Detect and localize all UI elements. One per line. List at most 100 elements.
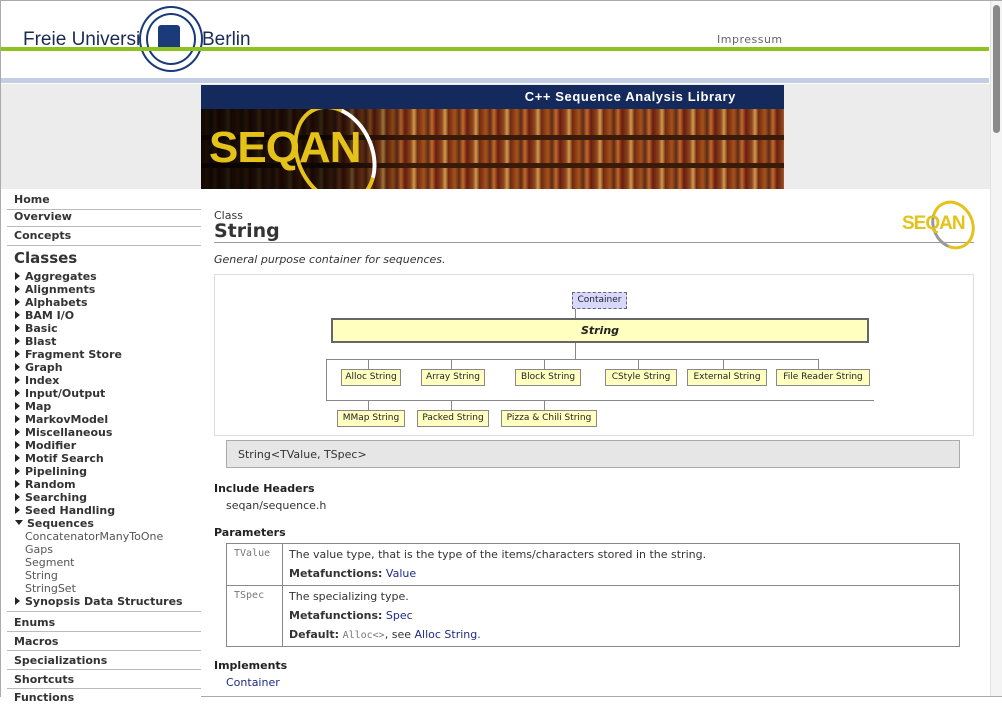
sidebar-class-modifier[interactable]: Modifier [15,439,76,452]
sidebar-class-input-output[interactable]: Input/Output [15,387,105,400]
implements-heading: Implements [214,659,288,672]
sidebar-item-enums[interactable]: Enums [14,616,55,629]
expand-triangle-icon [15,363,20,371]
sidebar-class-pipelining[interactable]: Pipelining [15,465,87,478]
expand-triangle-icon [15,428,20,436]
expand-triangle-icon [15,337,20,345]
sidebar-class-map[interactable]: Map [15,400,51,413]
param-metafunctions: Metafunctions: Spec [289,609,413,622]
sidebar-sub-string[interactable]: String [25,569,58,582]
diagram-child-external-string[interactable]: External String [687,369,767,386]
diagram-child-cstyle-string[interactable]: CStyle String [605,369,677,386]
class-signature: String<TValue, TSpec> [226,440,960,468]
sidebar-class-synopsis[interactable]: Synopsis Data Structures [15,595,183,608]
banner-bookshelf-image: SEQAN [201,109,784,189]
diagram-child-pizza-chili-string[interactable]: Pizza & Chili String [501,410,597,427]
expand-triangle-icon [15,415,20,423]
expand-triangle-icon [15,597,20,605]
parameters-heading: Parameters [214,526,286,539]
seqan-small-logo: SEQAN [902,193,983,257]
sidebar-class-index[interactable]: Index [15,374,59,387]
sidebar-class-alphabets[interactable]: Alphabets [15,296,88,309]
table-row: TValue The value type, that is the type … [227,544,959,585]
metafunction-value-link[interactable]: Value [386,567,416,580]
vertical-scrollbar[interactable] [990,1,1002,696]
expand-triangle-icon [15,493,20,501]
metafunction-spec-link[interactable]: Spec [386,609,413,622]
sidebar-item-overview[interactable]: Overview [14,210,72,223]
diagram-child-array-string[interactable]: Array String [421,369,485,386]
sidebar-item-functions[interactable]: Functions [14,691,74,704]
sidebar-class-seed-handling[interactable]: Seed Handling [15,504,115,517]
diagram-child-block-string[interactable]: Block String [515,369,581,386]
seqan-logo[interactable]: SEQAN [201,109,411,189]
sidebar-sub-stringset[interactable]: StringSet [25,582,76,595]
inheritance-diagram: Container String Alloc String Array Stri… [214,274,974,436]
sidebar-class-bam-io[interactable]: BAM I/O [15,309,74,322]
include-header-file: seqan/sequence.h [226,499,327,512]
include-headers-heading: Include Headers [214,482,315,495]
implements-container-link[interactable]: Container [226,676,280,689]
sidebar-class-sequences[interactable]: Sequences [15,517,94,530]
diagram-parent-container[interactable]: Container [572,292,627,309]
sidebar-class-aggregates[interactable]: Aggregates [15,270,97,283]
sidebar-class-alignments[interactable]: Alignments [15,283,95,296]
param-name: TSpec [227,586,283,646]
header-blue-rule [1,78,989,83]
diagram-child-packed-string[interactable]: Packed String [417,410,489,427]
page-title: String [214,220,280,242]
parameters-table: TValue The value type, that is the type … [226,543,960,647]
banner-title: C++ Sequence Analysis Library [524,89,736,104]
sidebar-class-graph[interactable]: Graph [15,361,63,374]
param-metafunctions: Metafunctions: Value [289,567,417,580]
expand-triangle-icon [15,480,20,488]
sidebar-item-home[interactable]: Home [14,193,50,206]
expand-triangle-icon [15,506,20,514]
sidebar-class-markovmodel[interactable]: MarkovModel [15,413,108,426]
expand-triangle-icon [15,441,20,449]
expand-triangle-icon [15,298,20,306]
sidebar-class-basic[interactable]: Basic [15,322,58,335]
sidebar-class-motif-search[interactable]: Motif Search [15,452,104,465]
header-green-rule [1,47,989,51]
sidebar-class-blast[interactable]: Blast [15,335,56,348]
param-description: The value type, that is the type of the … [289,548,707,561]
expand-triangle-icon [15,311,20,319]
scrollbar-thumb[interactable] [993,5,1000,133]
sidebar-classes-heading: Classes [14,249,78,267]
collapse-triangle-icon [15,520,23,525]
sidebar-class-searching[interactable]: Searching [15,491,87,504]
param-description: The specializing type. [289,590,409,603]
table-row: TSpec The specializing type. Metafunctio… [227,586,959,646]
param-default: Default: Alloc<>, see Alloc String. [289,628,481,641]
impressum-link[interactable]: Impressum [717,33,783,46]
alloc-string-link[interactable]: Alloc String. [414,628,480,641]
sidebar-item-shortcuts[interactable]: Shortcuts [14,673,74,686]
title-divider [214,242,974,243]
diagram-child-file-reader-string[interactable]: File Reader String [776,369,870,386]
expand-triangle-icon [15,285,20,293]
expand-triangle-icon [15,402,20,410]
expand-triangle-icon [15,389,20,397]
diagram-child-mmap-string[interactable]: MMap String [337,410,405,427]
class-description: General purpose container for sequences. [214,253,446,266]
expand-triangle-icon [15,272,20,280]
sidebar-nav: Home Overview Concepts Classes Aggregate… [1,189,201,704]
sidebar-class-random[interactable]: Random [15,478,76,491]
sidebar-item-macros[interactable]: Macros [14,635,58,648]
university-seal-logo[interactable] [139,6,203,72]
sidebar-sub-segment[interactable]: Segment [25,556,75,569]
sidebar-sub-gaps[interactable]: Gaps [25,543,53,556]
sidebar-item-specializations[interactable]: Specializations [14,654,107,667]
banner-title-bar: C++ Sequence Analysis Library [201,85,784,109]
seqan-logo-text: SEQAN [209,123,361,172]
sidebar-sub-concatenator[interactable]: ConcatenatorManyToOne [25,530,163,543]
expand-triangle-icon [15,467,20,475]
diagram-main-string: String [331,318,869,343]
diagram-child-alloc-string[interactable]: Alloc String [341,369,401,386]
param-name: TValue [227,544,283,585]
expand-triangle-icon [15,376,20,384]
sidebar-class-fragment-store[interactable]: Fragment Store [15,348,122,361]
sidebar-class-miscellaneous[interactable]: Miscellaneous [15,426,112,439]
sidebar-item-concepts[interactable]: Concepts [14,229,71,242]
